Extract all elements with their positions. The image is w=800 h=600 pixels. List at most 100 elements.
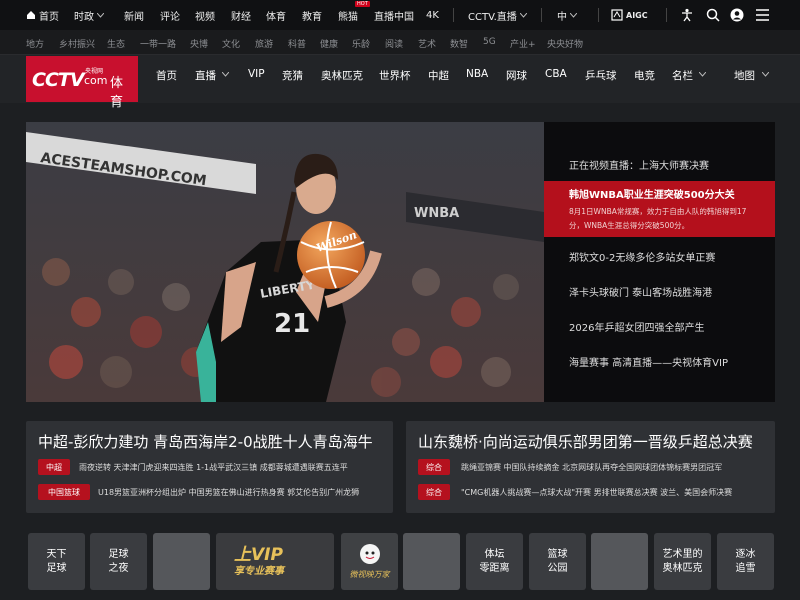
column-tile[interactable]: 足球 之夜 bbox=[90, 533, 147, 590]
headline-text: 正在视频直播：上海大师赛决赛 bbox=[569, 161, 709, 172]
news-card-title[interactable]: 中超-彭欣力建功 青岛西海岸2-0战胜十人青岛海牛 bbox=[38, 431, 373, 452]
topbar-panda[interactable]: 熊猫 bbox=[338, 8, 358, 23]
news-card-title[interactable]: 山东魏桥·向尚运动俱乐部男团第一晋级乒超总决赛 bbox=[418, 431, 753, 452]
column-tile[interactable]: 微视映万家 bbox=[341, 533, 398, 590]
subnav-item[interactable]: 央博 bbox=[190, 37, 208, 50]
column-tile[interactable]: 天下 足球 bbox=[28, 533, 85, 590]
tile-line2: 公园 bbox=[547, 562, 568, 574]
topbar-education[interactable]: 教育 bbox=[302, 8, 322, 23]
column-tile[interactable]: 篮球 公园 bbox=[529, 533, 586, 590]
topbar-news[interactable]: 新闻 bbox=[124, 8, 144, 23]
subnav-item[interactable]: 一带一路 bbox=[140, 37, 176, 50]
nav-vip[interactable]: VIP bbox=[248, 68, 265, 80]
hero-jersey-number: 21 bbox=[274, 309, 310, 339]
divider bbox=[453, 8, 454, 22]
nav-map[interactable]: 地图 bbox=[734, 68, 755, 83]
nav-columns[interactable]: 名栏 bbox=[672, 68, 693, 83]
topbar-home[interactable]: 首页 bbox=[26, 8, 59, 23]
subnav-item[interactable]: 乐龄 bbox=[352, 37, 370, 50]
column-tile[interactable]: 艺术里的 奥林匹克 bbox=[654, 533, 711, 590]
user-icon[interactable] bbox=[730, 8, 744, 22]
divider bbox=[541, 8, 542, 22]
news-tag[interactable]: 中国篮球 bbox=[38, 484, 90, 500]
column-tile[interactable] bbox=[153, 533, 210, 590]
topbar-comment[interactable]: 评论 bbox=[160, 8, 180, 23]
hero-image[interactable]: ACESTEAMSHOP.COM WNBA LIBERTY 21 Wilson bbox=[26, 122, 544, 402]
nav-worldcup[interactable]: 世界杯 bbox=[379, 68, 411, 83]
topbar-home-label: 首页 bbox=[39, 11, 59, 23]
subnav-item[interactable]: 5G bbox=[483, 37, 496, 47]
news-tag[interactable]: 综合 bbox=[418, 484, 450, 500]
news-tag[interactable]: 中超 bbox=[38, 459, 70, 475]
logo-com-text: com bbox=[84, 74, 108, 87]
headline-item[interactable]: 泽卡头球破门 泰山客场战胜海港 bbox=[544, 284, 800, 299]
headline-item[interactable]: 正在视频直播：上海大师赛决赛 bbox=[544, 157, 800, 172]
topbar-cctv-live-label: CCTV.直播 bbox=[468, 11, 517, 23]
hero-wnba-text: WNBA bbox=[414, 206, 459, 221]
topbar-live-china[interactable]: 直播中国 bbox=[374, 8, 414, 23]
subnav-item[interactable]: 乡村振兴 bbox=[59, 37, 95, 50]
topbar-finance[interactable]: 财经 bbox=[231, 8, 251, 23]
nav-csl[interactable]: 中超 bbox=[428, 68, 449, 83]
subnav-item[interactable]: 央央好物 bbox=[547, 37, 583, 50]
nav-nba[interactable]: NBA bbox=[466, 68, 488, 80]
home-icon bbox=[27, 11, 35, 19]
logo-sport-text: 体育 bbox=[110, 76, 124, 110]
headline-item[interactable]: 郑钦文0-2无缘多伦多站女单正赛 bbox=[544, 249, 800, 264]
news-line[interactable]: "CMG机器人挑战赛—点球大战"开赛 男排世联赛总决赛 波兰、美国会师决赛 bbox=[461, 487, 732, 498]
subnav-item[interactable]: 健康 bbox=[320, 37, 338, 50]
headline-item[interactable]: 2026年乒超女团四强全部产生 bbox=[544, 319, 800, 334]
topbar-politics[interactable]: 时政 bbox=[74, 8, 104, 23]
headline-item-active[interactable]: 韩旭WNBA职业生涯突破500分大关 8月1日WNBA常规赛，效力于自由人队的韩… bbox=[544, 181, 775, 237]
aigc-label: AIGC bbox=[626, 10, 648, 20]
news-tag[interactable]: 综合 bbox=[418, 459, 450, 475]
subnav-item[interactable]: 地方 bbox=[26, 37, 44, 50]
nav-olympic[interactable]: 奥林匹克 bbox=[321, 68, 363, 83]
topbar-cctv-live[interactable]: CCTV.直播 bbox=[468, 8, 527, 23]
subnav-item[interactable]: 生态 bbox=[107, 37, 125, 50]
search-icon[interactable] bbox=[706, 8, 720, 22]
cctv-sports-logo[interactable]: CCTV 央视网 com 体育 bbox=[26, 56, 138, 110]
headline-active-title: 韩旭WNBA职业生涯突破500分大关 bbox=[569, 190, 735, 201]
subnav-item[interactable]: 艺术 bbox=[418, 37, 436, 50]
headline-text: 海量赛事 高清直播——央视体育VIP bbox=[569, 358, 728, 369]
subnav-item[interactable]: 旅游 bbox=[255, 37, 273, 50]
aigc-link[interactable]: AIGC bbox=[611, 9, 648, 21]
topbar-video[interactable]: 视频 bbox=[195, 8, 215, 23]
topbar-sports[interactable]: 体育 bbox=[266, 8, 286, 23]
tile-line2: 之夜 bbox=[108, 562, 129, 574]
sub-nav: 地方 乡村振兴 生态 一带一路 央博 文化 旅游 科普 健康 乐龄 阅读 艺术 … bbox=[0, 30, 800, 55]
nav-cba[interactable]: CBA bbox=[545, 68, 567, 80]
news-line[interactable]: 雨夜逆转 天津津门虎迎来四连胜 1-1战平武汉三镇 成都蓉城遭遇联赛五连平 bbox=[79, 462, 348, 473]
tile-line2: 足球 bbox=[46, 562, 67, 574]
language-select[interactable]: 中 bbox=[557, 8, 577, 23]
topbar-4k[interactable]: 4K bbox=[426, 10, 439, 21]
column-tile[interactable] bbox=[403, 533, 460, 590]
chevron-down-icon bbox=[222, 72, 229, 77]
nav-pingpong[interactable]: 乒乓球 bbox=[585, 68, 617, 83]
tile-line2: 零距离 bbox=[479, 562, 510, 574]
column-tile[interactable]: 体坛 零距离 bbox=[466, 533, 523, 590]
divider bbox=[666, 8, 667, 22]
nav-tennis[interactable]: 网球 bbox=[506, 68, 527, 83]
accessibility-icon[interactable] bbox=[680, 8, 694, 22]
vip-promo-tile[interactable]: 上VIP 享专业赛事 bbox=[216, 533, 334, 590]
nav-quiz[interactable]: 竞猜 bbox=[282, 68, 303, 83]
subnav-item[interactable]: 产业+ bbox=[510, 37, 536, 50]
subnav-item[interactable]: 阅读 bbox=[385, 37, 403, 50]
nav-home[interactable]: 首页 bbox=[156, 68, 177, 83]
column-tile[interactable] bbox=[591, 533, 648, 590]
column-tile[interactable]: 逐冰 追雪 bbox=[717, 533, 774, 590]
headline-text: 泽卡头球破门 泰山客场战胜海港 bbox=[569, 288, 713, 299]
subnav-item[interactable]: 科普 bbox=[288, 37, 306, 50]
news-line[interactable]: 跳绳亚锦赛 中国队持续摘金 北京网球队再夺全国网球团体锦标赛男团冠军 bbox=[461, 462, 722, 473]
nav-esports[interactable]: 电竞 bbox=[634, 68, 655, 83]
nav-live[interactable]: 直播 bbox=[195, 68, 216, 83]
menu-icon[interactable] bbox=[756, 9, 769, 21]
language-label: 中 bbox=[557, 11, 567, 23]
subnav-item[interactable]: 数智 bbox=[450, 37, 468, 50]
news-line[interactable]: U18男篮亚洲杯分组出炉 中国男篮在佛山进行热身赛 郭艾伦告别广州龙狮 bbox=[98, 487, 359, 498]
logo-cctv-text: CCTV bbox=[32, 69, 85, 91]
headline-item[interactable]: 海量赛事 高清直播——央视体育VIP bbox=[544, 354, 800, 369]
subnav-item[interactable]: 文化 bbox=[222, 37, 240, 50]
